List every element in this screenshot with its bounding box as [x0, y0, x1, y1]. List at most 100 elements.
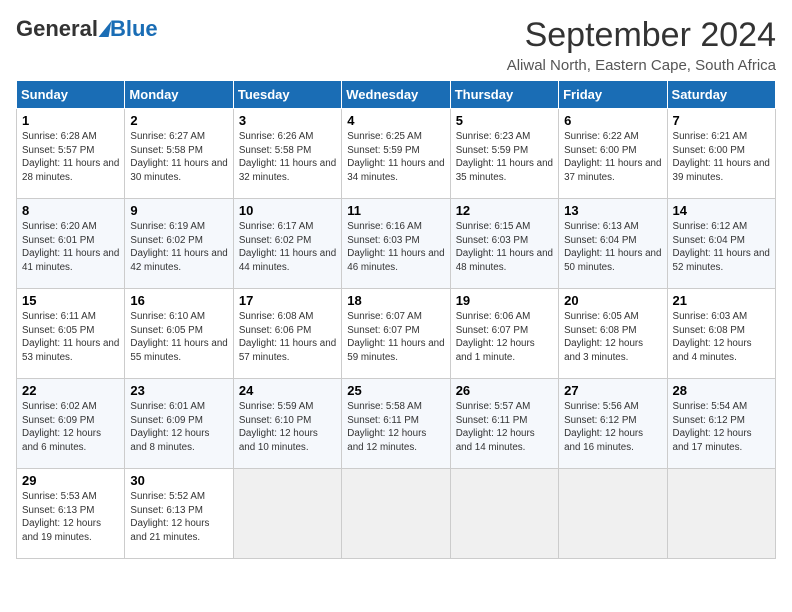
weekday-header-row: SundayMondayTuesdayWednesdayThursdayFrid… [17, 81, 776, 109]
calendar-cell [233, 469, 341, 559]
day-info: Sunrise: 6:17 AMSunset: 6:02 PMDaylight:… [239, 220, 336, 275]
day-info: Sunrise: 6:26 AMSunset: 5:58 PMDaylight:… [239, 130, 336, 185]
day-number: 24 [239, 383, 336, 398]
weekday-header: Tuesday [233, 81, 341, 109]
day-number: 6 [564, 113, 661, 128]
calendar-cell: 14 Sunrise: 6:12 AMSunset: 6:04 PMDayligh… [667, 199, 775, 289]
day-number: 4 [347, 113, 444, 128]
day-number: 23 [130, 383, 227, 398]
calendar-week-row: 29 Sunrise: 5:53 AMSunset: 6:13 PMDayligh… [17, 469, 776, 559]
calendar-cell: 17Sunrise: 6:08 AMSunset: 6:06 PMDayligh… [233, 289, 341, 379]
calendar-cell: 21Sunrise: 6:03 AMSunset: 6:08 PMDayligh… [667, 289, 775, 379]
day-info: Sunrise: 6:15 AMSunset: 6:03 PMDaylight:… [456, 220, 553, 275]
calendar-cell: 28Sunrise: 5:54 AMSunset: 6:12 PMDayligh… [667, 379, 775, 469]
calendar-cell: 15Sunrise: 6:11 AMSunset: 6:05 PMDayligh… [17, 289, 125, 379]
calendar-cell: 11 Sunrise: 6:16 AMSunset: 6:03 PMDayligh… [342, 199, 450, 289]
day-number: 19 [456, 293, 553, 308]
calendar-cell: 3Sunrise: 6:26 AMSunset: 5:58 PMDaylight… [233, 109, 341, 199]
day-info: Sunrise: 6:27 AMSunset: 5:58 PMDaylight:… [130, 130, 227, 185]
day-number: 7 [673, 113, 770, 128]
day-number: 18 [347, 293, 444, 308]
calendar-cell: 4 Sunrise: 6:25 AMSunset: 5:59 PMDaylight… [342, 109, 450, 199]
day-number: 9 [130, 203, 227, 218]
day-info: Sunrise: 6:01 AMSunset: 6:09 PMDaylight:… [130, 400, 227, 455]
day-number: 30 [130, 473, 227, 488]
calendar-cell [667, 469, 775, 559]
day-info: Sunrise: 6:10 AMSunset: 6:05 PMDaylight:… [130, 310, 227, 365]
page-header: General Blue September 2024 Aliwal North… [16, 16, 776, 74]
calendar-cell: 20 Sunrise: 6:05 AMSunset: 6:08 PMDayligh… [559, 289, 667, 379]
calendar-cell: 7 Sunrise: 6:21 AMSunset: 6:00 PMDaylight… [667, 109, 775, 199]
day-number: 26 [456, 383, 553, 398]
calendar-cell: 12 Sunrise: 6:15 AMSunset: 6:03 PMDayligh… [450, 199, 558, 289]
calendar-cell: 8Sunrise: 6:20 AMSunset: 6:01 PMDaylight… [17, 199, 125, 289]
day-info: Sunrise: 6:07 AMSunset: 6:07 PMDaylight:… [347, 310, 444, 365]
day-number: 2 [130, 113, 227, 128]
calendar-cell [450, 469, 558, 559]
day-info: Sunrise: 6:16 AMSunset: 6:03 PMDaylight:… [347, 220, 444, 275]
day-number: 11 [347, 203, 444, 218]
day-info: Sunrise: 5:56 AMSunset: 6:12 PMDaylight:… [564, 400, 661, 455]
day-number: 21 [673, 293, 770, 308]
weekday-header: Monday [125, 81, 233, 109]
day-info: Sunrise: 6:23 AMSunset: 5:59 PMDaylight:… [456, 130, 553, 185]
day-number: 16 [130, 293, 227, 308]
calendar-cell [559, 469, 667, 559]
calendar-cell: 9 Sunrise: 6:19 AMSunset: 6:02 PMDaylight… [125, 199, 233, 289]
day-info: Sunrise: 6:22 AMSunset: 6:00 PMDaylight:… [564, 130, 661, 185]
calendar-cell: 29 Sunrise: 5:53 AMSunset: 6:13 PMDayligh… [17, 469, 125, 559]
calendar-cell: 10Sunrise: 6:17 AMSunset: 6:02 PMDayligh… [233, 199, 341, 289]
day-info: Sunrise: 6:21 AMSunset: 6:00 PMDaylight:… [673, 130, 770, 185]
day-number: 29 [22, 473, 119, 488]
day-info: Sunrise: 5:59 AMSunset: 6:10 PMDaylight:… [239, 400, 336, 455]
day-number: 13 [564, 203, 661, 218]
weekday-header: Sunday [17, 81, 125, 109]
calendar-cell: 6 Sunrise: 6:22 AMSunset: 6:00 PMDaylight… [559, 109, 667, 199]
weekday-header: Saturday [667, 81, 775, 109]
weekday-header: Friday [559, 81, 667, 109]
calendar-cell: 25Sunrise: 5:58 AMSunset: 6:11 PMDayligh… [342, 379, 450, 469]
calendar-week-row: 8Sunrise: 6:20 AMSunset: 6:01 PMDaylight… [17, 199, 776, 289]
day-info: Sunrise: 6:11 AMSunset: 6:05 PMDaylight:… [22, 310, 119, 365]
day-number: 14 [673, 203, 770, 218]
calendar-cell: 1 Sunrise: 6:28 AMSunset: 5:57 PMDaylight… [17, 109, 125, 199]
title-block: September 2024 Aliwal North, Eastern Cap… [507, 16, 776, 74]
day-info: Sunrise: 6:25 AMSunset: 5:59 PMDaylight:… [347, 130, 444, 185]
logo: General Blue [16, 16, 158, 42]
day-number: 8 [22, 203, 119, 218]
calendar-cell [342, 469, 450, 559]
day-info: Sunrise: 6:06 AMSunset: 6:07 PMDaylight:… [456, 310, 553, 365]
calendar-cell: 26 Sunrise: 5:57 AMSunset: 6:11 PMDayligh… [450, 379, 558, 469]
logo-general-text: General [16, 16, 98, 42]
calendar-cell: 19 Sunrise: 6:06 AMSunset: 6:07 PMDayligh… [450, 289, 558, 379]
calendar-cell: 2 Sunrise: 6:27 AMSunset: 5:58 PMDaylight… [125, 109, 233, 199]
day-info: Sunrise: 5:52 AMSunset: 6:13 PMDaylight:… [130, 490, 227, 545]
weekday-header: Thursday [450, 81, 558, 109]
logo-blue-text: Blue [110, 16, 158, 42]
calendar-cell: 27 Sunrise: 5:56 AMSunset: 6:12 PMDayligh… [559, 379, 667, 469]
day-number: 20 [564, 293, 661, 308]
day-info: Sunrise: 6:02 AMSunset: 6:09 PMDaylight:… [22, 400, 119, 455]
day-info: Sunrise: 6:19 AMSunset: 6:02 PMDaylight:… [130, 220, 227, 275]
calendar-cell: 23 Sunrise: 6:01 AMSunset: 6:09 PMDayligh… [125, 379, 233, 469]
calendar-week-row: 15Sunrise: 6:11 AMSunset: 6:05 PMDayligh… [17, 289, 776, 379]
calendar-cell: 13 Sunrise: 6:13 AMSunset: 6:04 PMDayligh… [559, 199, 667, 289]
location-subtitle: Aliwal North, Eastern Cape, South Africa [507, 57, 776, 74]
calendar-cell: 30 Sunrise: 5:52 AMSunset: 6:13 PMDayligh… [125, 469, 233, 559]
day-info: Sunrise: 6:28 AMSunset: 5:57 PMDaylight:… [22, 130, 119, 185]
day-number: 28 [673, 383, 770, 398]
day-info: Sunrise: 5:57 AMSunset: 6:11 PMDaylight:… [456, 400, 553, 455]
calendar-table: SundayMondayTuesdayWednesdayThursdayFrid… [16, 80, 776, 559]
day-number: 27 [564, 383, 661, 398]
day-number: 25 [347, 383, 444, 398]
day-number: 1 [22, 113, 119, 128]
day-info: Sunrise: 6:05 AMSunset: 6:08 PMDaylight:… [564, 310, 661, 365]
calendar-cell: 5 Sunrise: 6:23 AMSunset: 5:59 PMDaylight… [450, 109, 558, 199]
day-number: 5 [456, 113, 553, 128]
weekday-header: Wednesday [342, 81, 450, 109]
day-info: Sunrise: 5:53 AMSunset: 6:13 PMDaylight:… [22, 490, 119, 545]
day-number: 12 [456, 203, 553, 218]
day-info: Sunrise: 6:12 AMSunset: 6:04 PMDaylight:… [673, 220, 770, 275]
month-title: September 2024 [507, 16, 776, 55]
day-info: Sunrise: 6:13 AMSunset: 6:04 PMDaylight:… [564, 220, 661, 275]
